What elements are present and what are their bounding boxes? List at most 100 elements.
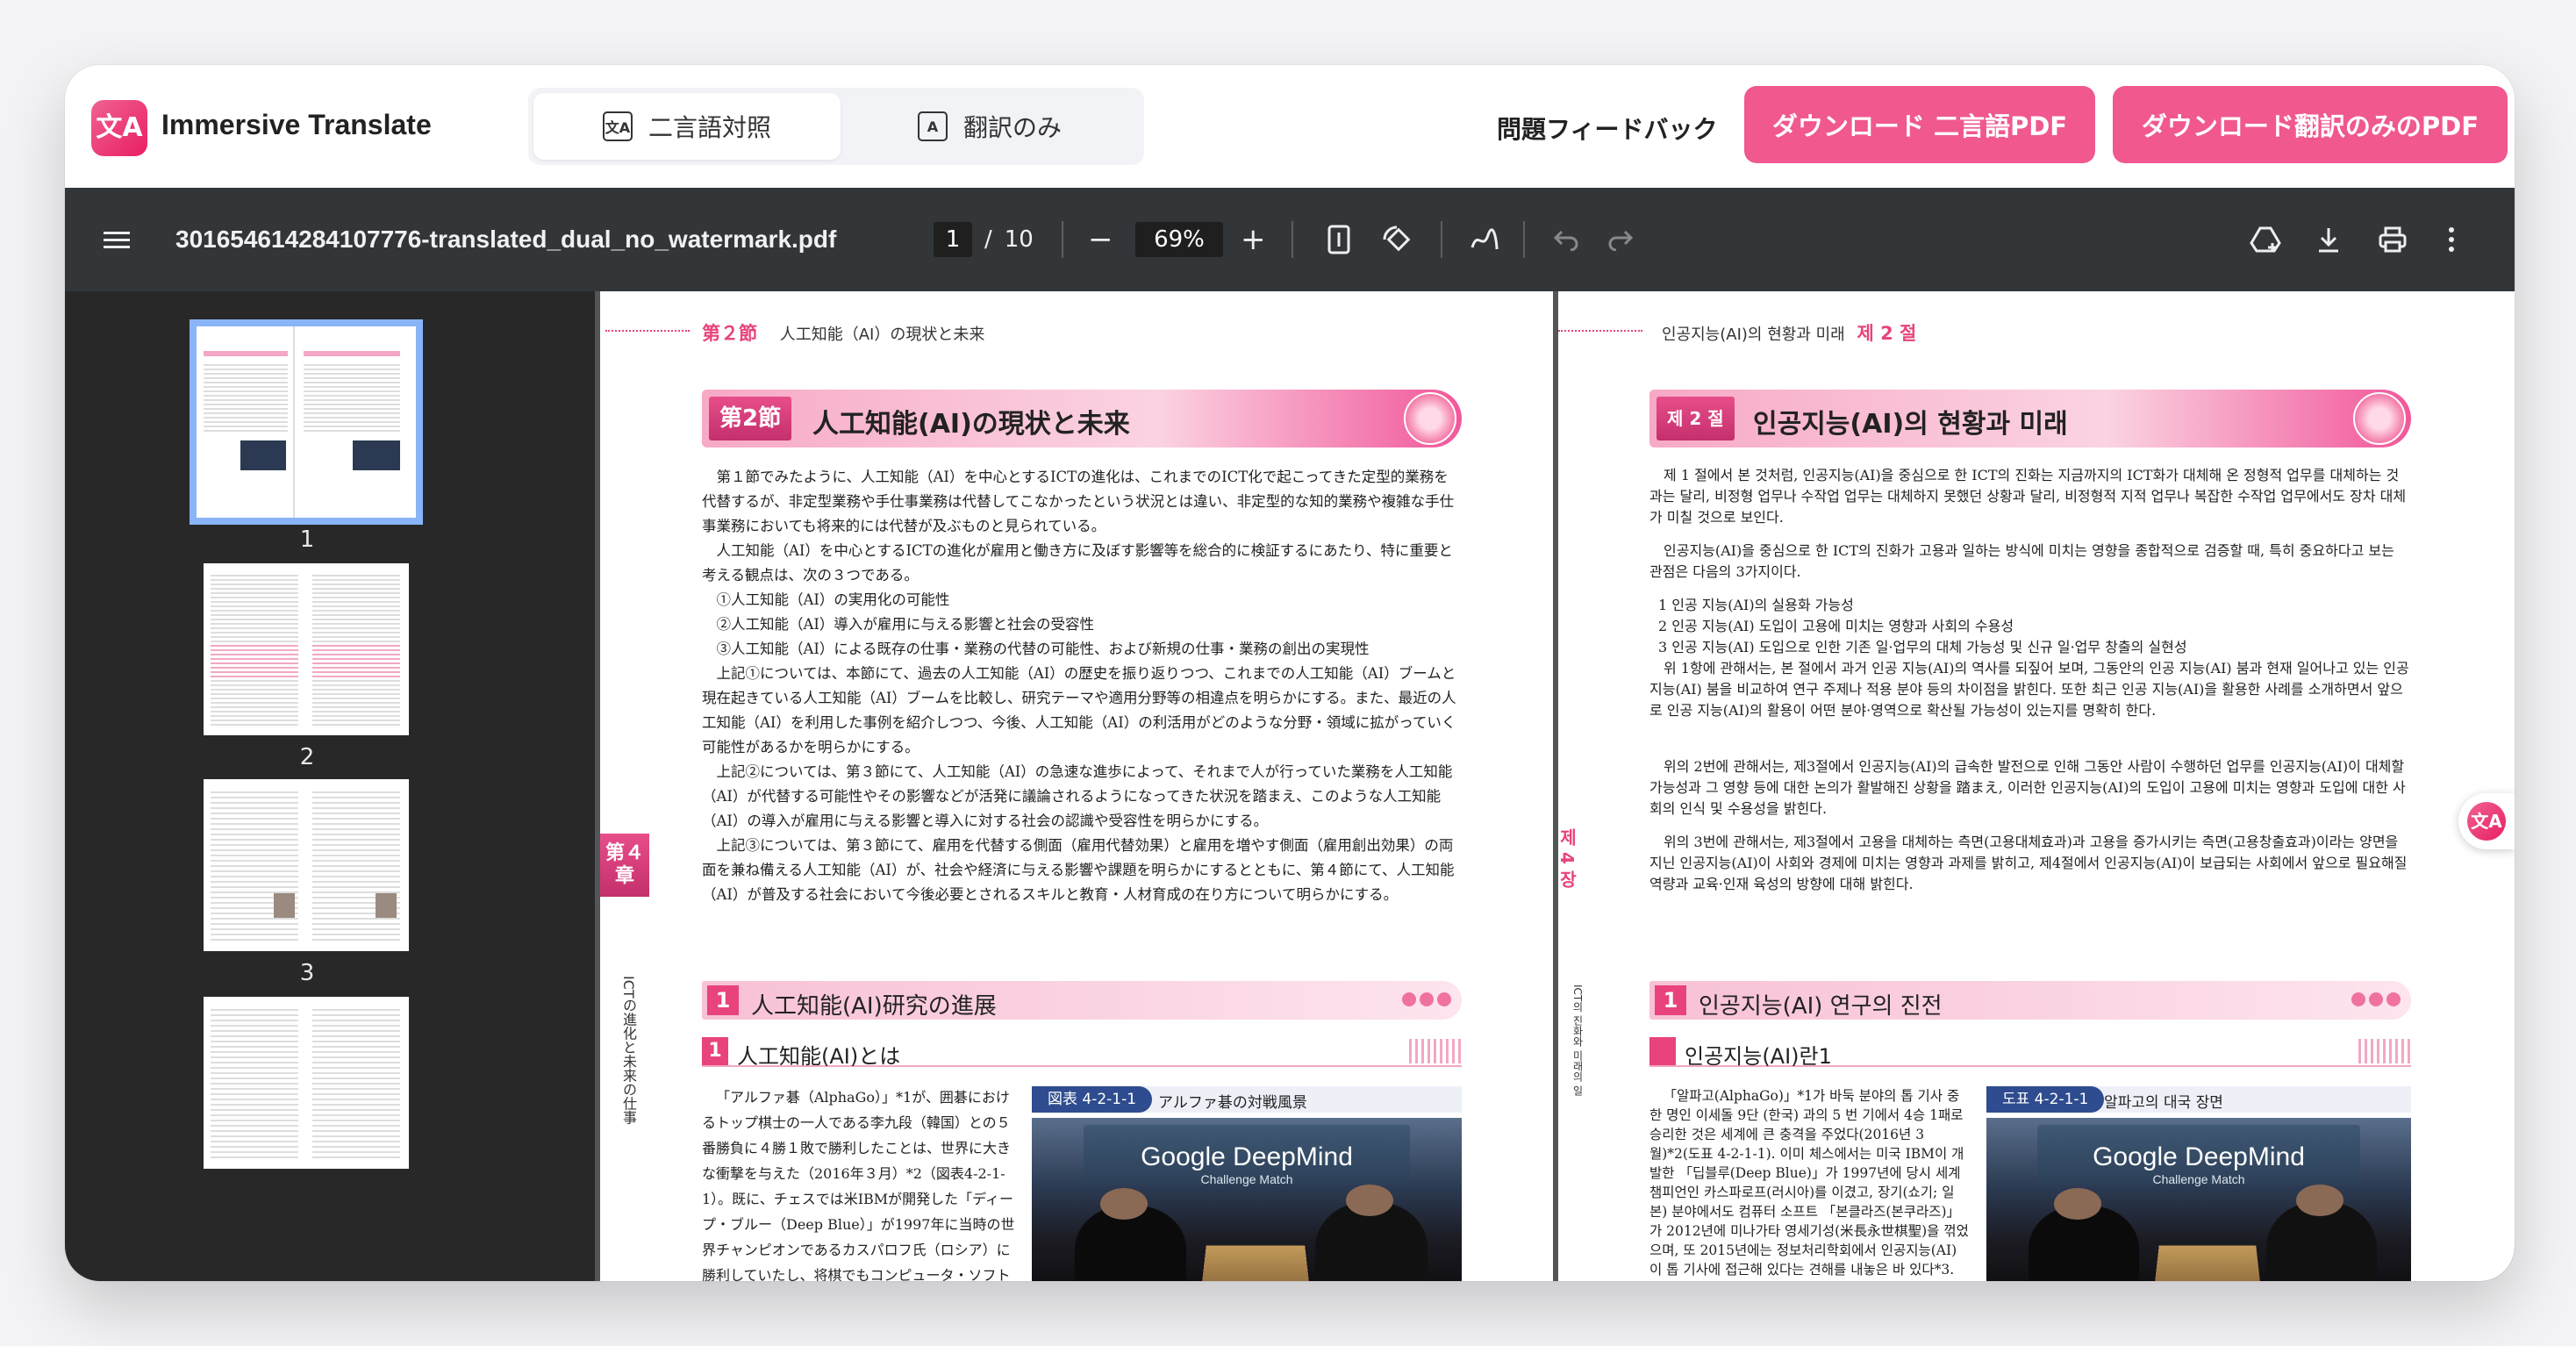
zoom-level[interactable]: 69% xyxy=(1135,222,1223,257)
body-text-column: 「알파고(AlphaGo)」*1가 바둑 분야의 톱 기사 중 한 명인 이세돌… xyxy=(1649,1086,1969,1281)
photo-head xyxy=(1346,1185,1393,1216)
body-text: 第１節でみたように、人工知能（AI）を中心とするICTの進化は、これまでのICT… xyxy=(702,465,1462,907)
list-item: ③人工知能（AI）による既存の仕事・業務の代替の可能性、および新規の仕事・業務の… xyxy=(702,637,1462,662)
tab-bilingual[interactable]: 文A 二言語対照 xyxy=(533,93,841,160)
heading-title: 인공지능(AI)란1 xyxy=(1685,1039,1832,1070)
figure-title: アルファ碁の対戦風景 xyxy=(1158,1090,1307,1112)
subsection-bar: 1 人工知能(AI)研究の進展 xyxy=(702,981,1462,1020)
heading-title: 人工知能(AI)とは xyxy=(737,1039,900,1070)
view-mode-toggle: 文A 二言語対照 A 翻訳のみ xyxy=(528,88,1144,165)
thumbnail-page-2[interactable] xyxy=(204,563,409,735)
running-header-section: 第２節 xyxy=(702,323,757,344)
list-item: 1 인공 지능(AI)의 실용화 가능성 xyxy=(1649,595,2411,616)
page-separator: / xyxy=(984,226,992,253)
undo-icon[interactable] xyxy=(1553,188,1579,291)
subsection-title: 人工知能(AI)研究の進展 xyxy=(751,988,997,1020)
download-icon[interactable] xyxy=(2316,188,2341,291)
redo-icon[interactable] xyxy=(1607,188,1634,291)
tab-bilingual-label: 二言語対照 xyxy=(648,109,771,144)
alphago-match-photo: Google DeepMind Challenge Match xyxy=(1032,1118,1462,1281)
fit-page-icon[interactable] xyxy=(1327,188,1351,291)
zoom-out-button[interactable]: − xyxy=(1088,188,1113,291)
photo-logo: Google DeepMind Challenge Match xyxy=(1986,1142,2411,1186)
pdf-viewport: 第２節 人工知能（AI）の現状と未来 第2節 人工知能(AI)の現状と未来 第１… xyxy=(595,291,2515,1281)
photo-head xyxy=(2054,1188,2100,1220)
thumbnail-page-1[interactable] xyxy=(197,326,416,518)
section-title: 인공지능(AI)의 현황과 미래 xyxy=(1753,402,2068,440)
translate-logo-icon: 文A xyxy=(2467,802,2506,841)
list-item: ①人工知能（AI）の実用化の可能性 xyxy=(702,588,1462,612)
decorative-dots xyxy=(2348,992,2401,1010)
section-tag: 제 2 절 xyxy=(1657,397,1735,440)
list-item: 3 인공 지능(AI) 도입으로 인한 기존 일·업무의 대체 가능성 및 신규… xyxy=(1649,637,2411,658)
print-icon[interactable] xyxy=(2378,188,2408,291)
figure-label: 도표 4-2-1-1 xyxy=(1986,1086,2104,1113)
thumbnail-label: 2 xyxy=(290,744,325,770)
heading-marker xyxy=(1649,1037,1676,1065)
page-navigator: 1 / 10 xyxy=(934,188,1034,291)
running-header-section: 제 2 절 xyxy=(1857,323,1916,344)
paragraph: 上記②については、第３節にて、人工知能（AI）の急速な進歩によって、それまで人が… xyxy=(702,760,1462,834)
figure-title: 알파고의 대국 장면 xyxy=(2104,1090,2223,1112)
list-item: ②人工知能（AI）導入が雇用に与える影響と社会の受容性 xyxy=(702,612,1462,637)
paragraph: 上記③については、第３節にて、雇用を代替する側面（雇用代替効果）と雇用を増やす側… xyxy=(702,834,1462,907)
paragraph: 「アルファ碁（AlphaGo）」*1が、囲碁におけるトップ棋士の一人である李九段… xyxy=(702,1085,1020,1281)
app-window: 文A Immersive Translate 文A 二言語対照 A 翻訳のみ 問… xyxy=(65,65,2515,1281)
photo-logo: Google DeepMind Challenge Match xyxy=(1032,1142,1462,1186)
header-rule xyxy=(605,330,690,332)
heading-bar: 인공지능(AI)란1 xyxy=(1649,1037,2411,1067)
body-text-column: 「アルファ碁（AlphaGo）」*1が、囲碁におけるトップ棋士の一人である李九段… xyxy=(702,1085,1020,1281)
pdf-filename: 301654614284107776-translated_dual_no_wa… xyxy=(175,188,836,291)
toolbar-divider xyxy=(1441,221,1442,258)
section-decoration xyxy=(2353,392,2406,445)
chapter-tab: 第４章 xyxy=(600,834,649,897)
subsection-number: 1 xyxy=(707,985,739,1015)
photo-head xyxy=(2296,1185,2343,1216)
page-number-input[interactable]: 1 xyxy=(934,222,972,257)
running-header: 第２節 人工知能（AI）の現状と未来 xyxy=(702,319,984,346)
section-title: 人工知能(AI)の現状と未来 xyxy=(812,402,1130,440)
app-header: 文A Immersive Translate 文A 二言語対照 A 翻訳のみ 問… xyxy=(65,65,2515,188)
download-dual-button[interactable]: ダウンロード 二言語PDF xyxy=(1744,86,2095,163)
section-tag: 第2節 xyxy=(709,397,791,440)
subsection-bar: 1 인공지능(AI) 연구의 진전 xyxy=(1649,981,2411,1020)
chapter-vertical-title: ICTの進化と未来の仕事 xyxy=(618,976,639,1125)
section-banner: 第2節 人工知能(AI)の現状と未来 xyxy=(702,390,1462,447)
section-banner: 제 2 절 인공지능(AI)의 현황과 미래 xyxy=(1649,390,2411,447)
tab-translation-only[interactable]: A 翻訳のみ xyxy=(841,93,1139,160)
thumbnail-page-4[interactable] xyxy=(204,997,409,1169)
paragraph: 人工知能（AI）を中心とするICTの進化が雇用と働き方に及ぼす影響等を総合的に検… xyxy=(702,539,1462,588)
paragraph: 「알파고(AlphaGo)」*1가 바둑 분야의 톱 기사 중 한 명인 이세돌… xyxy=(1649,1086,1969,1281)
toolbar-divider xyxy=(1292,221,1293,258)
total-pages: 10 xyxy=(1005,226,1034,253)
pdf-toolbar: 301654614284107776-translated_dual_no_wa… xyxy=(65,188,2515,291)
immersive-translate-float-button[interactable]: 文A xyxy=(2458,793,2515,849)
annotate-icon[interactable] xyxy=(1469,188,1500,291)
chapter-tab: 제 4 장 xyxy=(1558,828,1580,888)
app-logo-icon: 文A xyxy=(91,100,147,156)
zoom-in-button[interactable]: + xyxy=(1241,188,1266,291)
thumbnail-label: 1 xyxy=(290,526,325,553)
figure-caption: 図表 4-2-1-1 アルファ碁の対戦風景 xyxy=(1032,1086,1462,1113)
thumbnail-label: 3 xyxy=(290,960,325,986)
feedback-link[interactable]: 問題フィードバック xyxy=(1497,111,1717,146)
running-header-title: 人工知能（AI）の現状と未来 xyxy=(780,326,985,344)
paragraph: 第１節でみたように、人工知能（AI）を中心とするICTの進化は、これまでのICT… xyxy=(702,465,1462,539)
paragraph: 上記①については、本節にて、過去の人工知能（AI）の歴史を振り返りつつ、これまで… xyxy=(702,662,1462,760)
more-options-icon[interactable] xyxy=(2448,188,2455,291)
paragraph: 제 1 절에서 본 것처럼, 인공지능(AI)을 중심으로 한 ICT의 진화는… xyxy=(1649,465,2411,528)
download-translated-button[interactable]: ダウンロード翻訳のみのPDF xyxy=(2113,86,2508,163)
thumbnail-page-3[interactable] xyxy=(204,779,409,951)
header-rule xyxy=(1558,330,1642,332)
rotate-icon[interactable] xyxy=(1381,188,1414,291)
toolbar-divider xyxy=(1062,221,1063,258)
menu-icon[interactable] xyxy=(104,188,130,291)
tab-translation-only-label: 翻訳のみ xyxy=(963,109,1062,144)
section-decoration xyxy=(1404,392,1456,445)
figure-caption: 도표 4-2-1-1 알파고의 대국 장면 xyxy=(1986,1086,2411,1113)
heading-bar: 1 人工知能(AI)とは xyxy=(702,1037,1462,1067)
subsection-number: 1 xyxy=(1655,985,1686,1015)
paragraph: 위의 2번에 관해서는, 제3절에서 인공지능(AI)의 급속한 발전으로 인해… xyxy=(1649,756,2411,820)
figure-label: 図表 4-2-1-1 xyxy=(1032,1086,1152,1113)
drive-upload-icon[interactable] xyxy=(2250,188,2281,291)
